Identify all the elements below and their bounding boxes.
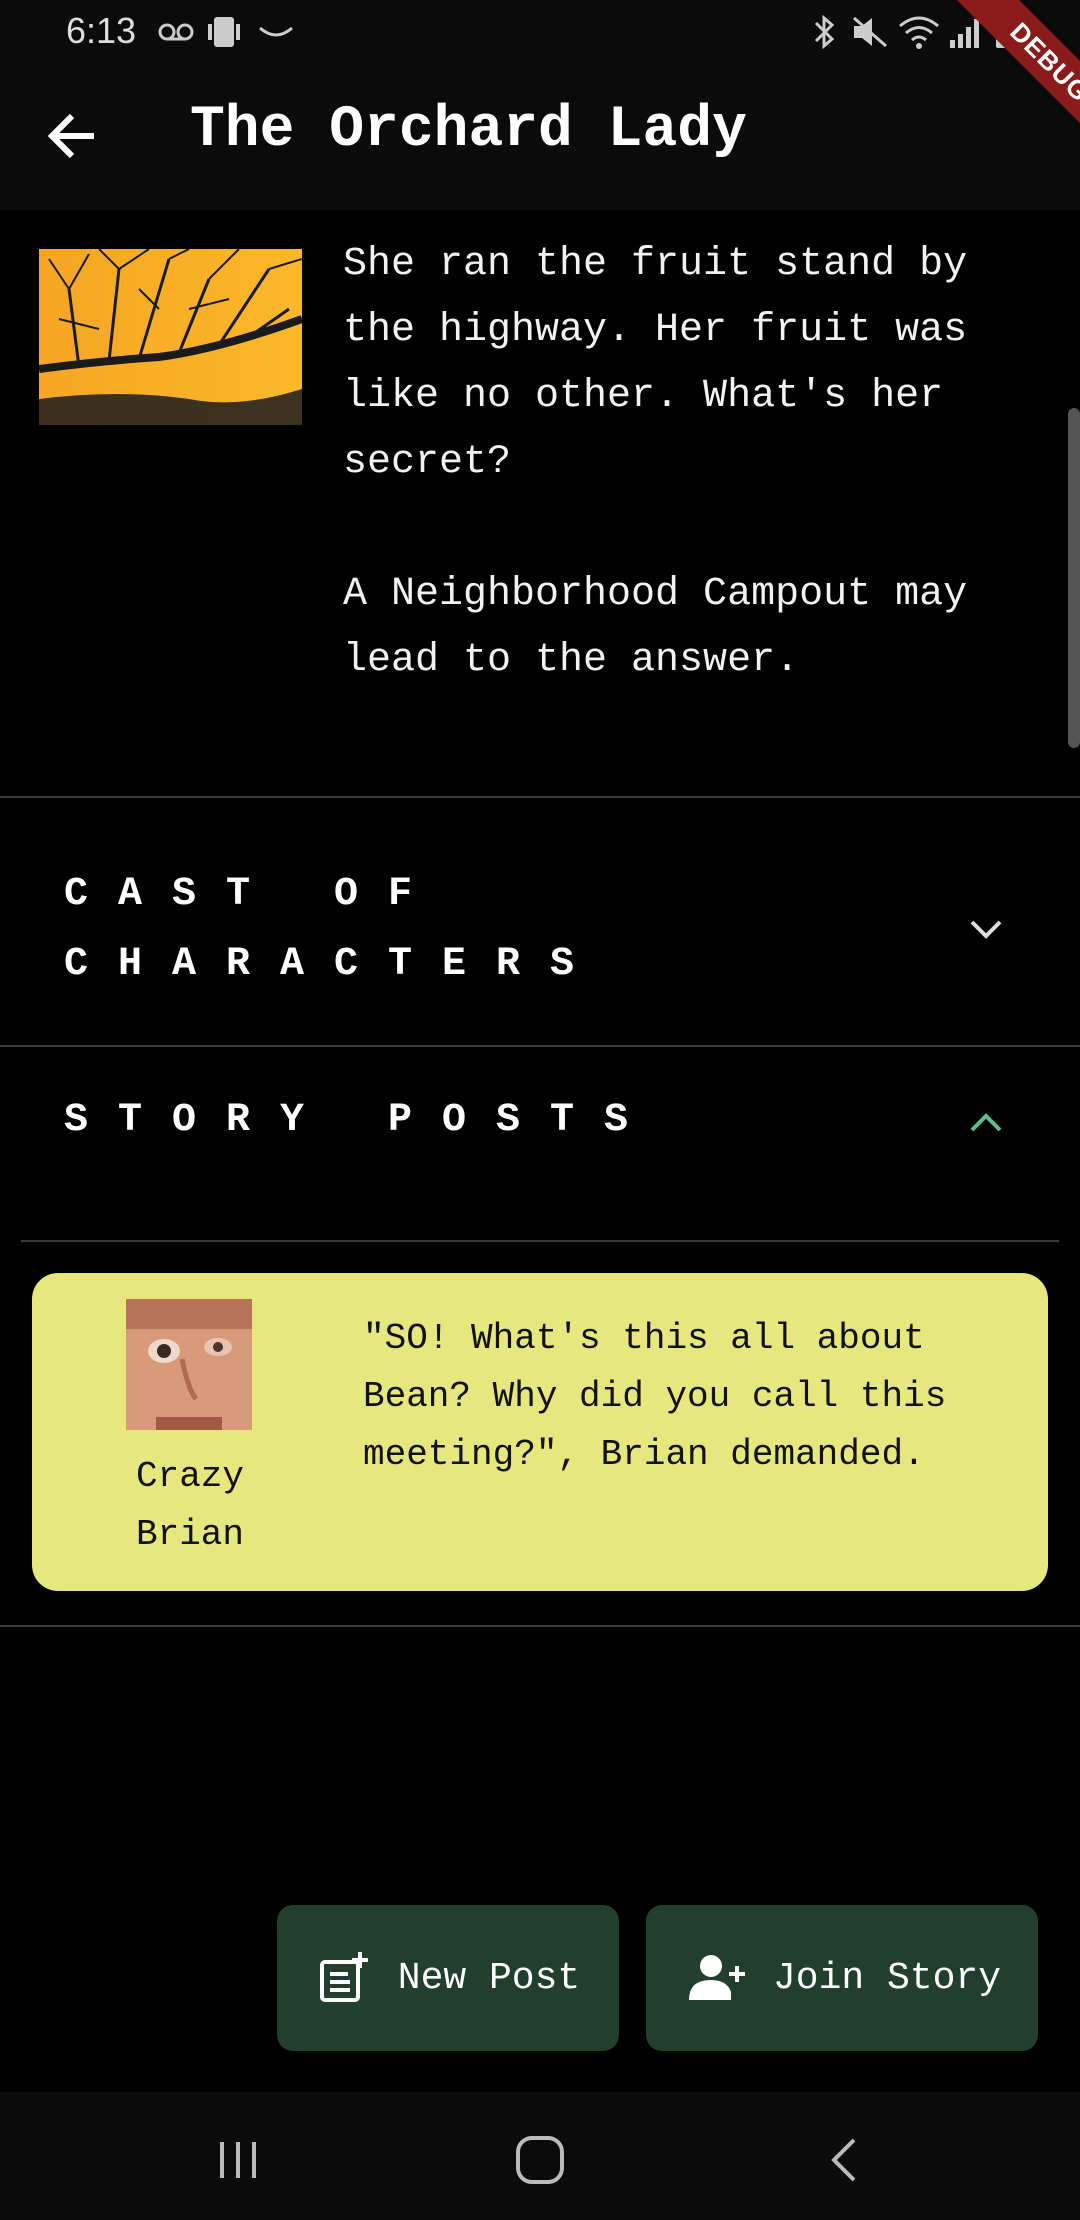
posts-section-header[interactable]: STORY POSTS — [64, 1086, 658, 1156]
back-nav-icon[interactable] — [826, 2136, 862, 2184]
status-time: 6:13 — [66, 10, 137, 51]
new-post-button[interactable]: New Post — [277, 1905, 619, 2051]
wifi-icon — [899, 16, 939, 49]
home-icon[interactable] — [514, 2134, 566, 2186]
chevron-down-icon[interactable] — [968, 918, 1004, 942]
voicemail-icon — [158, 23, 194, 41]
page-title: The Orchard Lady — [190, 98, 747, 163]
post-text: "SO! What's this all about Bean? Why did… — [363, 1318, 947, 1475]
scrollbar[interactable] — [1068, 408, 1080, 748]
join-story-button[interactable]: Join Story — [646, 1905, 1038, 2051]
story-thumbnail-image — [39, 249, 302, 425]
post-author-name: Crazy Brian — [135, 1456, 245, 1555]
cast-section-header[interactable]: CAST OF CHARACTERS — [64, 860, 844, 1000]
recent-apps-icon[interactable] — [214, 2138, 262, 2182]
mute-icon — [853, 16, 887, 48]
post-add-icon — [319, 1952, 368, 2002]
vibrate-phone-icon — [208, 17, 240, 47]
new-post-label: New Post — [397, 1956, 581, 2000]
story-description: She ran the fruit stand by the highway. … — [343, 242, 968, 683]
divider — [0, 1625, 1080, 1627]
join-story-label: Join Story — [772, 1956, 1002, 2000]
person-add-icon — [688, 1955, 745, 2000]
author-avatar[interactable] — [126, 1299, 252, 1430]
divider — [0, 1045, 1080, 1047]
chevron-up-icon[interactable] — [968, 1110, 1004, 1134]
back-arrow-icon[interactable] — [46, 112, 102, 160]
amazon-smile-icon — [259, 26, 293, 37]
bluetooth-icon — [814, 14, 835, 50]
divider — [0, 796, 1080, 798]
divider — [21, 1240, 1059, 1242]
